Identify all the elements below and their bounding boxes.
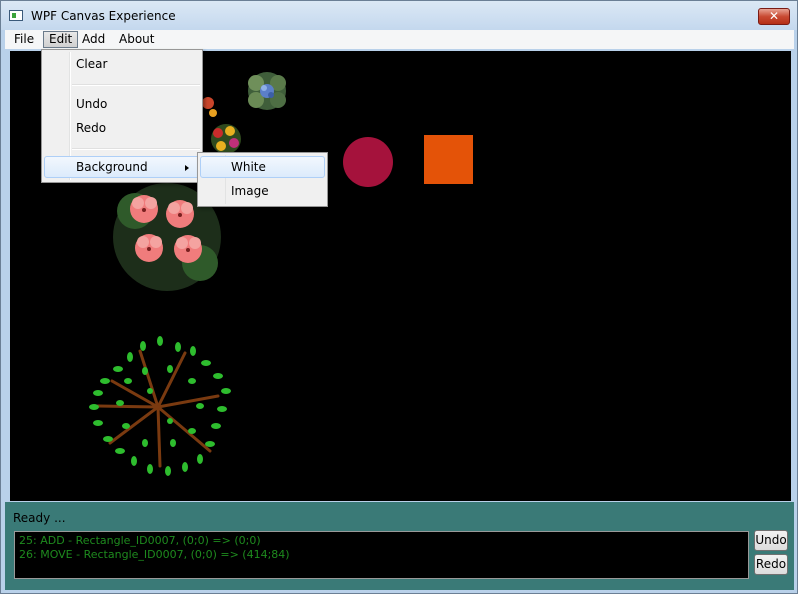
status-text: Ready ... bbox=[13, 511, 66, 525]
edit-menu-dropdown: Clear Undo Redo Background bbox=[41, 49, 203, 183]
status-panel: Ready ... 25: ADD - Rectangle_ID0007, (0… bbox=[5, 502, 794, 590]
title-bar[interactable]: WPF Canvas Experience ✕ bbox=[1, 1, 797, 30]
undo-button[interactable]: Undo bbox=[754, 530, 788, 551]
menu-separator bbox=[72, 148, 200, 150]
small-flowers-icon[interactable] bbox=[202, 97, 241, 154]
menu-item-undo[interactable]: Undo bbox=[44, 93, 200, 115]
menu-item-clear[interactable]: Clear bbox=[44, 53, 200, 75]
submenu-arrow-icon bbox=[185, 165, 189, 171]
close-button[interactable]: ✕ bbox=[758, 8, 790, 25]
app-icon bbox=[9, 10, 23, 21]
log-line: 26: MOVE - Rectangle_ID0007, (0;0) => (4… bbox=[19, 548, 290, 561]
rectangle-shape[interactable] bbox=[424, 135, 473, 184]
menu-about[interactable]: About bbox=[114, 31, 159, 48]
menu-item-redo[interactable]: Redo bbox=[44, 117, 200, 139]
menu-bar: File Edit Add About bbox=[5, 30, 794, 49]
menu-item-image[interactable]: Image bbox=[200, 180, 325, 202]
redo-button[interactable]: Redo bbox=[754, 554, 788, 575]
background-submenu: White Image bbox=[197, 152, 328, 207]
log-line: 25: ADD - Rectangle_ID0007, (0;0) => (0;… bbox=[19, 534, 261, 547]
menu-item-background-label: Background bbox=[76, 160, 148, 174]
circle-shape[interactable] bbox=[343, 137, 393, 187]
menu-item-background[interactable]: Background bbox=[44, 156, 200, 178]
menu-edit[interactable]: Edit bbox=[43, 31, 79, 48]
menu-file[interactable]: File bbox=[9, 31, 39, 48]
action-log[interactable]: 25: ADD - Rectangle_ID0007, (0;0) => (0;… bbox=[14, 531, 749, 579]
tree-top-icon[interactable] bbox=[89, 336, 231, 476]
window-title: WPF Canvas Experience bbox=[31, 9, 176, 23]
app-window: WPF Canvas Experience ✕ File Edit Add Ab… bbox=[0, 0, 798, 594]
menu-item-white[interactable]: White bbox=[200, 156, 325, 178]
menu-separator bbox=[72, 84, 200, 86]
menu-add[interactable]: Add bbox=[77, 31, 110, 48]
flower-pot-icon[interactable] bbox=[248, 72, 286, 110]
